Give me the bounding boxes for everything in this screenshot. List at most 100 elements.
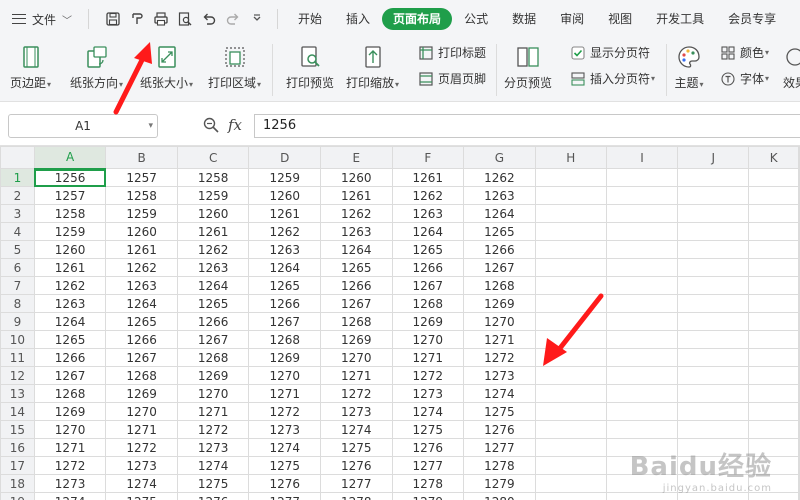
cell[interactable]: 1276 <box>319 456 393 475</box>
cell[interactable] <box>605 222 679 241</box>
cell[interactable] <box>677 204 750 223</box>
cell[interactable]: 1271 <box>319 366 393 385</box>
cell[interactable]: 1263 <box>248 240 321 259</box>
cell[interactable]: 1273 <box>33 474 107 493</box>
cell[interactable]: 1273 <box>319 402 393 421</box>
cell[interactable]: 1266 <box>33 348 107 367</box>
cell[interactable]: 1268 <box>463 276 536 295</box>
cell[interactable]: 1269 <box>176 366 250 385</box>
paper-size-button[interactable]: 纸张大小▾ <box>140 42 193 91</box>
column-header[interactable]: A <box>33 146 107 170</box>
print-preview-icon[interactable] <box>173 7 197 31</box>
cell[interactable]: 1258 <box>105 186 178 205</box>
cell[interactable] <box>534 312 607 331</box>
cell[interactable]: 1263 <box>105 276 178 295</box>
name-box[interactable]: A1 ▾ <box>8 114 158 138</box>
tab-8[interactable]: 会员专享 <box>716 8 788 30</box>
cell[interactable]: 1263 <box>463 186 536 205</box>
cell[interactable]: 1267 <box>105 348 178 367</box>
cell[interactable]: 1263 <box>391 204 465 223</box>
cell[interactable] <box>677 348 750 367</box>
tab-0[interactable]: 开始 <box>286 8 334 30</box>
cell[interactable]: 1273 <box>176 438 250 457</box>
cell[interactable]: 1272 <box>248 402 321 421</box>
row-header[interactable]: 7 <box>0 276 35 295</box>
cell[interactable]: 1264 <box>248 258 321 277</box>
cell[interactable] <box>798 384 800 403</box>
column-header[interactable]: C <box>176 146 250 169</box>
cell[interactable]: 1261 <box>105 240 178 259</box>
cell[interactable]: 1266 <box>391 258 465 277</box>
row-header[interactable]: 14 <box>0 402 35 421</box>
cell[interactable]: 1274 <box>176 456 250 475</box>
column-header[interactable]: D <box>248 146 321 169</box>
cell[interactable] <box>534 204 607 223</box>
row-header[interactable]: 10 <box>0 330 35 349</box>
cell[interactable]: 1276 <box>176 492 250 500</box>
cell[interactable]: 1262 <box>319 204 393 223</box>
cell[interactable]: 1259 <box>176 186 250 205</box>
cell[interactable] <box>748 258 799 277</box>
cell[interactable] <box>677 240 750 259</box>
cell[interactable]: 1267 <box>463 258 536 277</box>
cell[interactable]: 1267 <box>319 294 393 313</box>
fonts-button[interactable]: 字体 ▾ <box>720 70 769 87</box>
cell[interactable]: 1268 <box>319 312 393 331</box>
page-break-preview-button[interactable]: 分页预览 <box>504 42 552 91</box>
cell[interactable] <box>798 276 800 295</box>
cell[interactable] <box>534 276 607 295</box>
cell[interactable]: 1276 <box>391 438 465 457</box>
cell[interactable]: 1273 <box>105 456 178 475</box>
cell[interactable] <box>748 312 799 331</box>
cell[interactable] <box>605 276 679 295</box>
cell[interactable] <box>605 330 679 349</box>
column-header[interactable]: B <box>105 146 178 169</box>
row-header[interactable]: 16 <box>0 438 35 457</box>
cell[interactable]: 1270 <box>463 312 536 331</box>
cell[interactable]: 1261 <box>319 186 393 205</box>
cell[interactable]: 1270 <box>391 330 465 349</box>
cell[interactable]: 1262 <box>391 186 465 205</box>
cell[interactable]: 1274 <box>319 420 393 439</box>
cell[interactable]: 1264 <box>176 276 250 295</box>
cell[interactable]: 1261 <box>248 204 321 223</box>
cell[interactable] <box>748 204 799 223</box>
cell[interactable]: 1260 <box>33 240 107 259</box>
column-header[interactable] <box>798 146 800 169</box>
cell[interactable] <box>534 258 607 277</box>
cell[interactable] <box>748 294 799 313</box>
cell[interactable] <box>748 222 799 241</box>
cell[interactable] <box>534 456 607 475</box>
cell[interactable] <box>605 294 679 313</box>
cell[interactable] <box>798 438 800 457</box>
cell[interactable]: 1271 <box>105 420 178 439</box>
row-header[interactable]: 19 <box>0 492 35 500</box>
cell[interactable]: 1260 <box>176 204 250 223</box>
cell[interactable] <box>798 474 800 493</box>
cell[interactable]: 1278 <box>391 474 465 493</box>
cell[interactable]: 1269 <box>248 348 321 367</box>
cell[interactable]: 1276 <box>248 474 321 493</box>
cell[interactable] <box>534 186 607 205</box>
column-header[interactable]: G <box>463 146 536 169</box>
cell[interactable] <box>534 492 607 500</box>
cell[interactable]: 1274 <box>105 474 178 493</box>
row-header[interactable]: 13 <box>0 384 35 403</box>
row-header[interactable]: 1 <box>0 168 35 187</box>
cell[interactable] <box>677 366 750 385</box>
cell[interactable]: 1262 <box>248 222 321 241</box>
cell[interactable]: 1261 <box>176 222 250 241</box>
print-preview-button[interactable]: 打印预览 <box>286 42 334 91</box>
row-header[interactable]: 4 <box>0 222 35 241</box>
margins-button[interactable]: 页边距▾ <box>10 42 51 91</box>
cell[interactable]: 1271 <box>33 438 107 457</box>
cell[interactable]: 1275 <box>176 474 250 493</box>
row-header[interactable]: 18 <box>0 474 35 493</box>
cell[interactable]: 1271 <box>463 330 536 349</box>
cell[interactable]: 1264 <box>319 240 393 259</box>
save-icon[interactable] <box>101 7 125 31</box>
cell[interactable]: 1265 <box>391 240 465 259</box>
cell[interactable]: 1266 <box>463 240 536 259</box>
cell[interactable] <box>677 312 750 331</box>
cell[interactable]: 1256 <box>33 168 107 187</box>
